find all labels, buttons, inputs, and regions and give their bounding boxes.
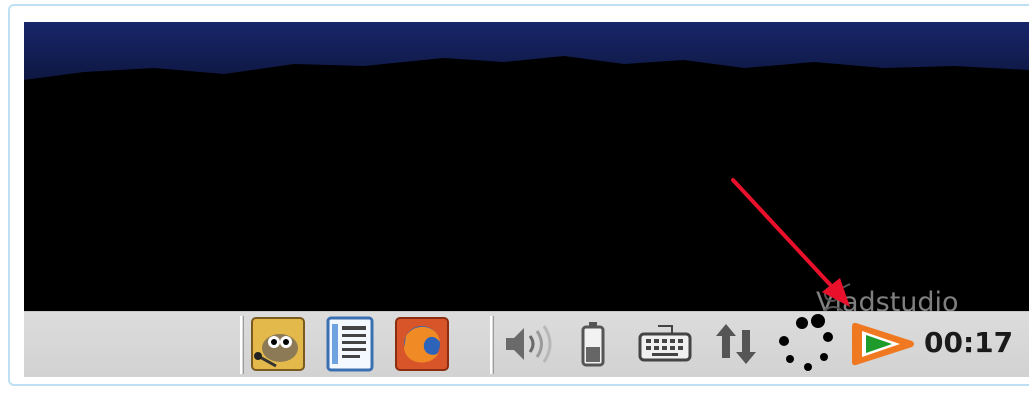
play-orange-icon — [852, 322, 914, 366]
launcher-separator[interactable] — [240, 316, 244, 374]
keyboard-layout-indicator[interactable] — [638, 318, 692, 370]
desktop-wallpaper: Vladstudio — [24, 22, 1029, 311]
network-updown-icon — [716, 324, 756, 364]
firefox-icon — [395, 317, 449, 371]
document-icon — [326, 316, 374, 372]
text-editor-launcher[interactable] — [322, 316, 378, 372]
taskbar-panel: 00:17 — [24, 311, 1029, 377]
network-indicator[interactable] — [710, 318, 762, 370]
wallpaper-landscape — [24, 22, 1029, 311]
vladstudio-logo-icon — [823, 283, 851, 311]
battery-icon — [581, 322, 605, 367]
firefox-launcher[interactable] — [394, 316, 450, 372]
gimp-icon — [251, 317, 305, 371]
vladstudio-watermark: Vladstudio — [816, 282, 959, 311]
volume-button[interactable] — [502, 318, 560, 370]
speaker-icon — [506, 325, 552, 363]
battery-indicator[interactable] — [578, 318, 608, 370]
loading-indicator[interactable] — [774, 312, 834, 376]
spinner-icon — [779, 314, 833, 371]
clock[interactable]: 00:17 — [924, 326, 1013, 359]
gimp-launcher[interactable] — [250, 316, 306, 372]
media-player-button[interactable] — [850, 318, 916, 370]
tray-separator[interactable] — [490, 316, 494, 374]
keyboard-icon — [638, 325, 692, 362]
